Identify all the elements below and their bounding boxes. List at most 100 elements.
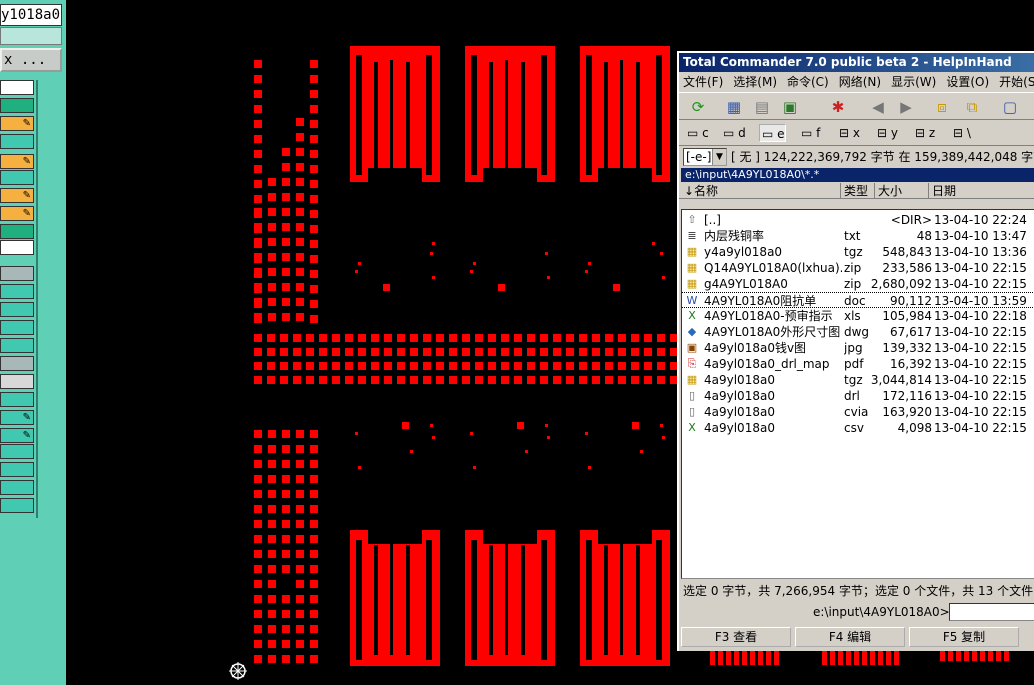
- fkey-button[interactable]: F5 复制: [909, 627, 1019, 647]
- file-row[interactable]: ▯ 4a9yl018a0 cvia 163,920 13-04-10 22:15: [682, 404, 1034, 420]
- layer-row[interactable]: [0, 170, 34, 185]
- layer-row[interactable]: [0, 462, 34, 477]
- layer-row[interactable]: ✎: [0, 116, 34, 131]
- file-name: 4a9yl018a0: [704, 405, 775, 419]
- pad: [254, 223, 262, 231]
- command-path: e:\input\4A9YL018A0>: [813, 605, 950, 619]
- menu-item[interactable]: 命令(C): [787, 75, 829, 89]
- layer-row[interactable]: [0, 498, 34, 513]
- pad: [254, 298, 262, 306]
- layer-row[interactable]: ✎: [0, 428, 34, 443]
- file-row[interactable]: ◆ 4A9YL018A0外形尺寸图 dwg 67,617 13-04-10 22:15: [682, 324, 1034, 340]
- job-name-field[interactable]: y1018a0: [0, 4, 62, 26]
- pad: [254, 580, 262, 588]
- forward-icon[interactable]: ▶: [895, 96, 917, 118]
- pack-icon[interactable]: ⧈: [931, 96, 953, 118]
- back-icon[interactable]: ◀: [867, 96, 889, 118]
- fkey-button[interactable]: F4 编辑: [795, 627, 905, 647]
- column-ext[interactable]: 类型: [841, 183, 875, 199]
- current-path[interactable]: e:\input\4A9YL018A0\*.*: [681, 168, 1034, 182]
- ftp-icon[interactable]: ▢: [999, 96, 1021, 118]
- file-row[interactable]: ▣ 4a9yl018a0钱v图 jpg 139,332 13-04-10 22:15: [682, 340, 1034, 356]
- layer-row[interactable]: [0, 356, 34, 371]
- file-row[interactable]: ▦ Q14A9YL018A0(lxhua).. zip 233,586 13-04-10…: [682, 260, 1034, 276]
- layer-row[interactable]: [0, 224, 34, 239]
- layer-row[interactable]: ✎: [0, 188, 34, 203]
- layer-row[interactable]: [0, 392, 34, 407]
- file-row[interactable]: ≣ 内层残铜率 txt 48 13-04-10 13:47: [682, 228, 1034, 244]
- layer-row[interactable]: [0, 338, 34, 353]
- file-row[interactable]: X 4a9yl018a0 csv 4,098 13-04-10 22:15: [682, 420, 1034, 436]
- thumbnail-icon[interactable]: ▣: [779, 96, 801, 118]
- file-row[interactable]: W 4A9YL018A0阻抗单 doc 90,112 13-04-10 13:59: [682, 292, 1034, 308]
- drive-select[interactable]: [-e-] ▼: [683, 148, 727, 166]
- layer-row[interactable]: ✎: [0, 154, 34, 169]
- menu-item[interactable]: 文件(F): [683, 75, 723, 89]
- brief-view-icon[interactable]: ▦: [723, 96, 745, 118]
- pad: [423, 334, 431, 342]
- layer-row[interactable]: [0, 284, 34, 299]
- pad: [254, 313, 262, 321]
- file-row[interactable]: ▯ 4a9yl018a0 drl 172,116 13-04-10 22:15: [682, 388, 1034, 404]
- file-row[interactable]: ▦ 4a9yl018a0 tgz 3,044,814 13-04-10 22:15: [682, 372, 1034, 388]
- layer-row[interactable]: [0, 302, 34, 317]
- file-row[interactable]: ⎘ 4a9yl018a0_drl_map pdf 16,392 13-04-10 22:…: [682, 356, 1034, 372]
- layer-row[interactable]: ✎: [0, 410, 34, 425]
- refresh-icon[interactable]: ⟳: [687, 96, 709, 118]
- trace-gap: [489, 545, 493, 655]
- command-input[interactable]: [949, 603, 1034, 621]
- pad: [254, 505, 262, 513]
- file-row[interactable]: X 4A9YL018A0-预审指示 xls 105,984 13-04-10 22:18: [682, 308, 1034, 324]
- drive-button-d[interactable]: ▭ d: [721, 124, 746, 142]
- layer-row[interactable]: [0, 240, 34, 255]
- file-row[interactable]: ▦ y4a9yl018a0 tgz 548,843 13-04-10 13:36: [682, 244, 1034, 260]
- file-row[interactable]: ⇧ [..] <DIR> 13-04-10 22:24: [682, 212, 1034, 228]
- pad: [618, 348, 626, 356]
- file-row[interactable]: ▦ g4A9YL018A0 zip 2,680,092 13-04-10 22:15: [682, 276, 1034, 292]
- panel-button[interactable]: x ...: [0, 48, 62, 72]
- via: [517, 422, 524, 429]
- pad: [854, 651, 859, 665]
- layer-row[interactable]: [0, 320, 34, 335]
- layer-row[interactable]: [0, 444, 34, 459]
- layer-row[interactable]: [0, 98, 34, 113]
- drive-button-f[interactable]: ▭ f: [799, 124, 820, 142]
- drive-button-z[interactable]: ⊟ z: [913, 124, 935, 142]
- pad: [734, 651, 739, 665]
- column-date[interactable]: 日期: [929, 183, 1034, 199]
- layer-row[interactable]: [0, 480, 34, 495]
- layer-row[interactable]: ✎: [0, 206, 34, 221]
- layer-row[interactable]: [0, 134, 34, 149]
- column-name[interactable]: ↓名称: [681, 183, 841, 199]
- drive-button-c[interactable]: ▭ c: [685, 124, 709, 142]
- menu-item[interactable]: 开始(S): [999, 75, 1034, 89]
- menu-item[interactable]: 设置(O): [946, 75, 989, 89]
- layer-row[interactable]: [0, 80, 34, 95]
- pad: [475, 334, 483, 342]
- pad: [268, 595, 276, 603]
- drive-button-x[interactable]: ⊟ x: [837, 124, 860, 142]
- window-title[interactable]: Total Commander 7.0 public beta 2 - Help…: [679, 53, 1034, 72]
- detail-view-icon[interactable]: ▤: [751, 96, 773, 118]
- invert-selection-icon[interactable]: ✱: [827, 96, 849, 118]
- pad: [423, 376, 431, 384]
- pad: [319, 362, 327, 370]
- layer-row[interactable]: [0, 374, 34, 389]
- unpack-icon[interactable]: ⧉: [961, 96, 983, 118]
- pad: [280, 334, 288, 342]
- via: [470, 432, 473, 435]
- column-size[interactable]: 大小: [875, 183, 929, 199]
- layer-row[interactable]: [0, 266, 34, 281]
- pad: [254, 165, 262, 173]
- fkey-button[interactable]: F3 查看: [681, 627, 791, 647]
- pad: [566, 348, 574, 356]
- menu-item[interactable]: 显示(W): [891, 75, 936, 89]
- drive-button-y[interactable]: ⊟ y: [875, 124, 898, 142]
- drive-button-network[interactable]: ⊟ \: [951, 124, 971, 142]
- drive-label: y: [890, 126, 898, 140]
- menu-item[interactable]: 选择(M): [733, 75, 777, 89]
- drive-button-e[interactable]: ▭ e: [759, 124, 786, 142]
- menu-item[interactable]: 网络(N): [839, 75, 881, 89]
- chevron-down-icon[interactable]: ▼: [712, 149, 726, 165]
- pad: [282, 445, 290, 453]
